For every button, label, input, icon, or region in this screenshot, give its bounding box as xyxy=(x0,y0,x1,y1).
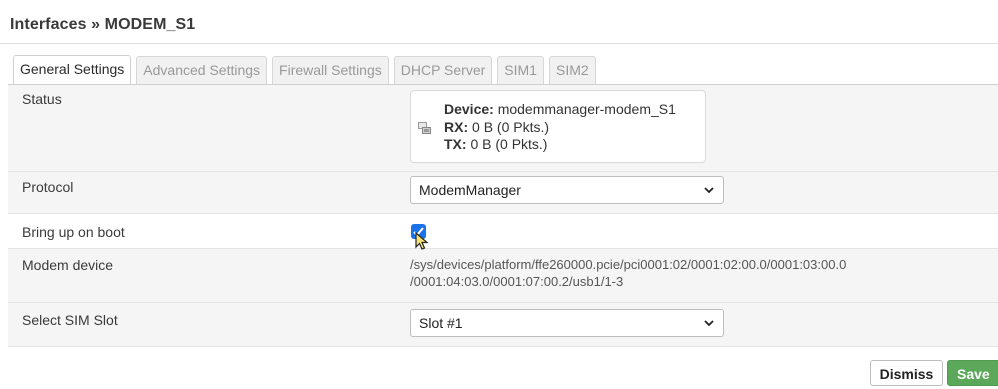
tx-key: TX: xyxy=(444,136,467,152)
modem-device-path-line2: /0001:04:03.0/0001:07:00.2/usb1/1-3 xyxy=(410,274,624,289)
status-rx: RX: 0 B (0 Pkts.) xyxy=(444,119,549,135)
modem-device-label: Modem device xyxy=(22,257,114,273)
tab-sim2[interactable]: SIM2 xyxy=(548,56,596,84)
modem-device-path-line1: /sys/devices/platform/ffe260000.pcie/pci… xyxy=(410,257,847,272)
page-title: Interfaces » MODEM_S1 xyxy=(10,16,196,33)
boot-row: Bring up on boot xyxy=(8,214,998,250)
tab-firewall-settings[interactable]: Firewall Settings xyxy=(272,56,389,84)
dismiss-button[interactable]: Dismiss xyxy=(870,360,943,386)
protocol-select[interactable]: ModemManager xyxy=(410,176,724,204)
status-row: Status Device: modemmanager-modem_S1 RX:… xyxy=(8,85,998,172)
status-tx: TX: 0 B (0 Pkts.) xyxy=(444,136,547,152)
protocol-label: Protocol xyxy=(22,179,74,195)
status-device: Device: modemmanager-modem_S1 xyxy=(444,101,676,117)
sim-slot-value: Slot #1 xyxy=(419,315,463,331)
tab-dhcp-server[interactable]: DHCP Server xyxy=(393,56,493,84)
modem-device-path: /sys/devices/platform/ffe260000.pcie/pci… xyxy=(410,256,846,290)
device-key: Device: xyxy=(444,101,494,117)
status-label: Status xyxy=(22,91,62,107)
tab-sim1[interactable]: SIM1 xyxy=(497,56,544,84)
protocol-value: ModemManager xyxy=(419,182,521,198)
sim-slot-select[interactable]: Slot #1 xyxy=(410,309,724,337)
boot-label: Bring up on boot xyxy=(22,224,125,240)
tab-general-settings[interactable]: General Settings xyxy=(13,55,132,84)
status-box: Device: modemmanager-modem_S1 RX: 0 B (0… xyxy=(410,90,706,163)
save-button[interactable]: Save xyxy=(947,360,998,386)
device-value: modemmanager-modem_S1 xyxy=(493,101,676,117)
chevron-down-icon xyxy=(704,320,714,327)
sim-slot-label: Select SIM Slot xyxy=(22,312,118,328)
tab-advanced-settings[interactable]: Advanced Settings xyxy=(136,56,268,84)
sim-slot-row: Select SIM Slot Slot #1 xyxy=(8,303,998,347)
rx-key: RX: xyxy=(444,119,469,135)
modem-device-row: Modem device /sys/devices/platform/ffe26… xyxy=(8,249,998,303)
tab-bar: General Settings Advanced Settings Firew… xyxy=(13,55,601,84)
chevron-down-icon xyxy=(704,187,714,194)
tx-value: 0 B (0 Pkts.) xyxy=(466,136,548,152)
network-device-icon xyxy=(418,122,431,134)
rx-value: 0 B (0 Pkts.) xyxy=(468,119,550,135)
protocol-row: Protocol ModemManager xyxy=(8,172,998,214)
title-divider xyxy=(0,43,998,44)
